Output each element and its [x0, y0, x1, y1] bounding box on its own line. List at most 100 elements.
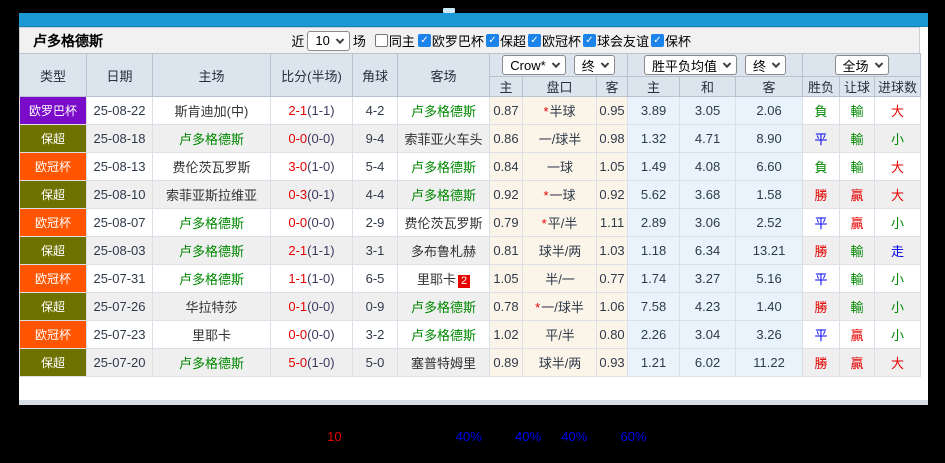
- home-team-link[interactable]: 卢多格德斯: [179, 244, 244, 259]
- league-filter-option[interactable]: 保杯: [650, 31, 691, 50]
- odds-company-select[interactable]: Crow*: [502, 55, 566, 75]
- summary-part: 场,胜4平4负2, 胜率:: [341, 429, 456, 444]
- away-team-cell: 卢多格德斯: [397, 180, 490, 209]
- goals-result: 走: [891, 244, 905, 259]
- same-host-checkbox[interactable]: [374, 34, 388, 47]
- odds-home-cell: 0.87: [489, 96, 523, 125]
- fulltime-score: 2-1: [288, 103, 308, 118]
- league-filter-checkbox[interactable]: [417, 34, 431, 47]
- home-team-cell: 索菲亚斯拉维亚: [152, 180, 271, 209]
- away-team-link[interactable]: 卢多格德斯: [411, 188, 476, 203]
- goals-result: 小: [891, 300, 905, 315]
- date-cell: 25-07-23: [86, 320, 153, 349]
- handicap-result: 贏: [850, 328, 864, 343]
- same-host-option[interactable]: 同主: [374, 31, 415, 50]
- home-team-cell: 卢多格德斯: [152, 208, 271, 237]
- odds-away-cell: 1.11: [595, 208, 629, 237]
- wdl-result-cell: 勝: [802, 348, 841, 377]
- avg-metric-select[interactable]: 胜平负均值: [644, 55, 738, 75]
- match-history-window: 卢多格德斯 近 10 场 同主 欧罗巴杯: [19, 8, 928, 444]
- handicap-cell: 一/球半: [522, 124, 597, 153]
- score-cell: 2-1(1-1): [270, 236, 353, 265]
- away-team-link[interactable]: 卢多格德斯: [411, 160, 476, 175]
- odds-home-cell: 0.79: [489, 208, 523, 237]
- avg-home-cell: 2.89: [627, 208, 681, 237]
- handicap-result-cell: 贏: [839, 348, 876, 377]
- away-team-link[interactable]: 卢多格德斯: [411, 300, 476, 315]
- table-row: 欧罗巴杯 25-08-22 斯肯迪加(中) 2-1(1-1) 4-2 卢多格德斯…: [19, 96, 922, 125]
- goals-result-cell: 小: [874, 124, 922, 153]
- odds-home-cell: 0.78: [489, 292, 523, 321]
- rounds-select[interactable]: 10: [307, 30, 350, 51]
- wdl-result-cell: 平: [802, 208, 841, 237]
- handicap-cell: *半球: [522, 96, 597, 125]
- league-filter-option[interactable]: 球会友谊: [582, 31, 649, 50]
- col-header-avg-home: 主: [627, 76, 681, 97]
- odds-home-cell: 0.92: [489, 180, 523, 209]
- avg-home-cell: 1.74: [627, 264, 681, 293]
- goals-result: 大: [891, 160, 905, 175]
- chevron-down-icon: [874, 59, 883, 69]
- wdl-result-cell: 負: [802, 152, 841, 181]
- away-team-link[interactable]: 费伦茨瓦罗斯: [404, 216, 482, 231]
- goals-result-cell: 大: [874, 180, 922, 209]
- away-team-cell: 卢多格德斯: [397, 320, 490, 349]
- league-filter-option[interactable]: 保超: [485, 31, 526, 50]
- fulltime-score: 0-0: [288, 215, 308, 230]
- avg-away-cell: 2.52: [735, 208, 804, 237]
- league-badge-label: 欧罗巴杯: [28, 104, 77, 118]
- away-team-link[interactable]: 索菲亚火车头: [404, 132, 482, 147]
- away-team-link[interactable]: 卢多格德斯: [411, 328, 476, 343]
- home-team-link[interactable]: 卢多格德斯: [179, 132, 244, 147]
- away-team-link[interactable]: 里耶卡: [417, 272, 456, 287]
- halftime-score: (0-1): [307, 187, 335, 202]
- home-team-link[interactable]: 索菲亚斯拉维亚: [166, 188, 257, 203]
- match-scope-select[interactable]: 全场: [834, 55, 889, 75]
- league-filter-checkbox[interactable]: [650, 34, 664, 47]
- fulltime-score: 3-0: [288, 159, 308, 174]
- away-team-cell: 卢多格德斯: [397, 152, 490, 181]
- away-team-link[interactable]: 多布鲁札赫: [411, 244, 476, 259]
- wdl-result: 勝: [814, 244, 828, 259]
- goals-result-cell: 大: [874, 96, 922, 125]
- league-filter-option[interactable]: 欧罗巴杯: [417, 31, 484, 50]
- home-team-link[interactable]: 斯肯迪加(中): [175, 104, 249, 119]
- league-filter-checkbox[interactable]: [527, 34, 541, 47]
- handicap-star: *: [543, 104, 549, 119]
- corner-cell: 4-4: [352, 180, 398, 209]
- handicap-result: 輸: [850, 132, 864, 147]
- home-team-link[interactable]: 华拉特莎: [185, 300, 237, 315]
- league-filter-checkbox[interactable]: [485, 34, 499, 47]
- fulltime-score: 0-0: [288, 327, 308, 342]
- home-team-link[interactable]: 卢多格德斯: [179, 356, 244, 371]
- rounds-unit-label: 场: [352, 34, 366, 49]
- league-filter-option[interactable]: 欧冠杯: [527, 31, 581, 50]
- odds-stage-select-1[interactable]: 终: [573, 55, 615, 75]
- away-team-link[interactable]: 塞普特姆里: [411, 356, 476, 371]
- league-badge-label: 欧冠杯: [34, 160, 71, 174]
- home-team-link[interactable]: 里耶卡: [192, 328, 231, 343]
- home-team-cell: 卢多格德斯: [152, 236, 271, 265]
- home-team-cell: 卢多格德斯: [152, 124, 271, 153]
- corner-cell: 4-2: [352, 96, 398, 125]
- home-team-link[interactable]: 卢多格德斯: [179, 216, 244, 231]
- goals-result: 大: [891, 104, 905, 119]
- date-cell: 25-08-13: [86, 152, 153, 181]
- league-badge-label: 保超: [40, 300, 65, 314]
- league-badge: 保超: [19, 124, 87, 153]
- home-team-link[interactable]: 卢多格德斯: [179, 272, 244, 287]
- odds-stage-select-2[interactable]: 终: [745, 55, 787, 75]
- summary-part: 近: [314, 429, 328, 444]
- away-team-link[interactable]: 卢多格德斯: [411, 104, 476, 119]
- handicap-result-cell: 輸: [839, 96, 876, 125]
- league-filter-label: 保超: [499, 34, 526, 49]
- date-cell: 25-08-22: [86, 96, 153, 125]
- score-cell: 0-0(0-0): [270, 124, 353, 153]
- handicap-result: 輸: [850, 272, 864, 287]
- avg-home-cell: 7.58: [627, 292, 681, 321]
- wdl-result: 勝: [814, 188, 828, 203]
- league-filter-checkbox[interactable]: [582, 34, 596, 47]
- avg-away-cell: 5.16: [735, 264, 804, 293]
- home-team-link[interactable]: 费伦茨瓦罗斯: [172, 160, 250, 175]
- avg-draw-cell: 3.05: [679, 96, 737, 125]
